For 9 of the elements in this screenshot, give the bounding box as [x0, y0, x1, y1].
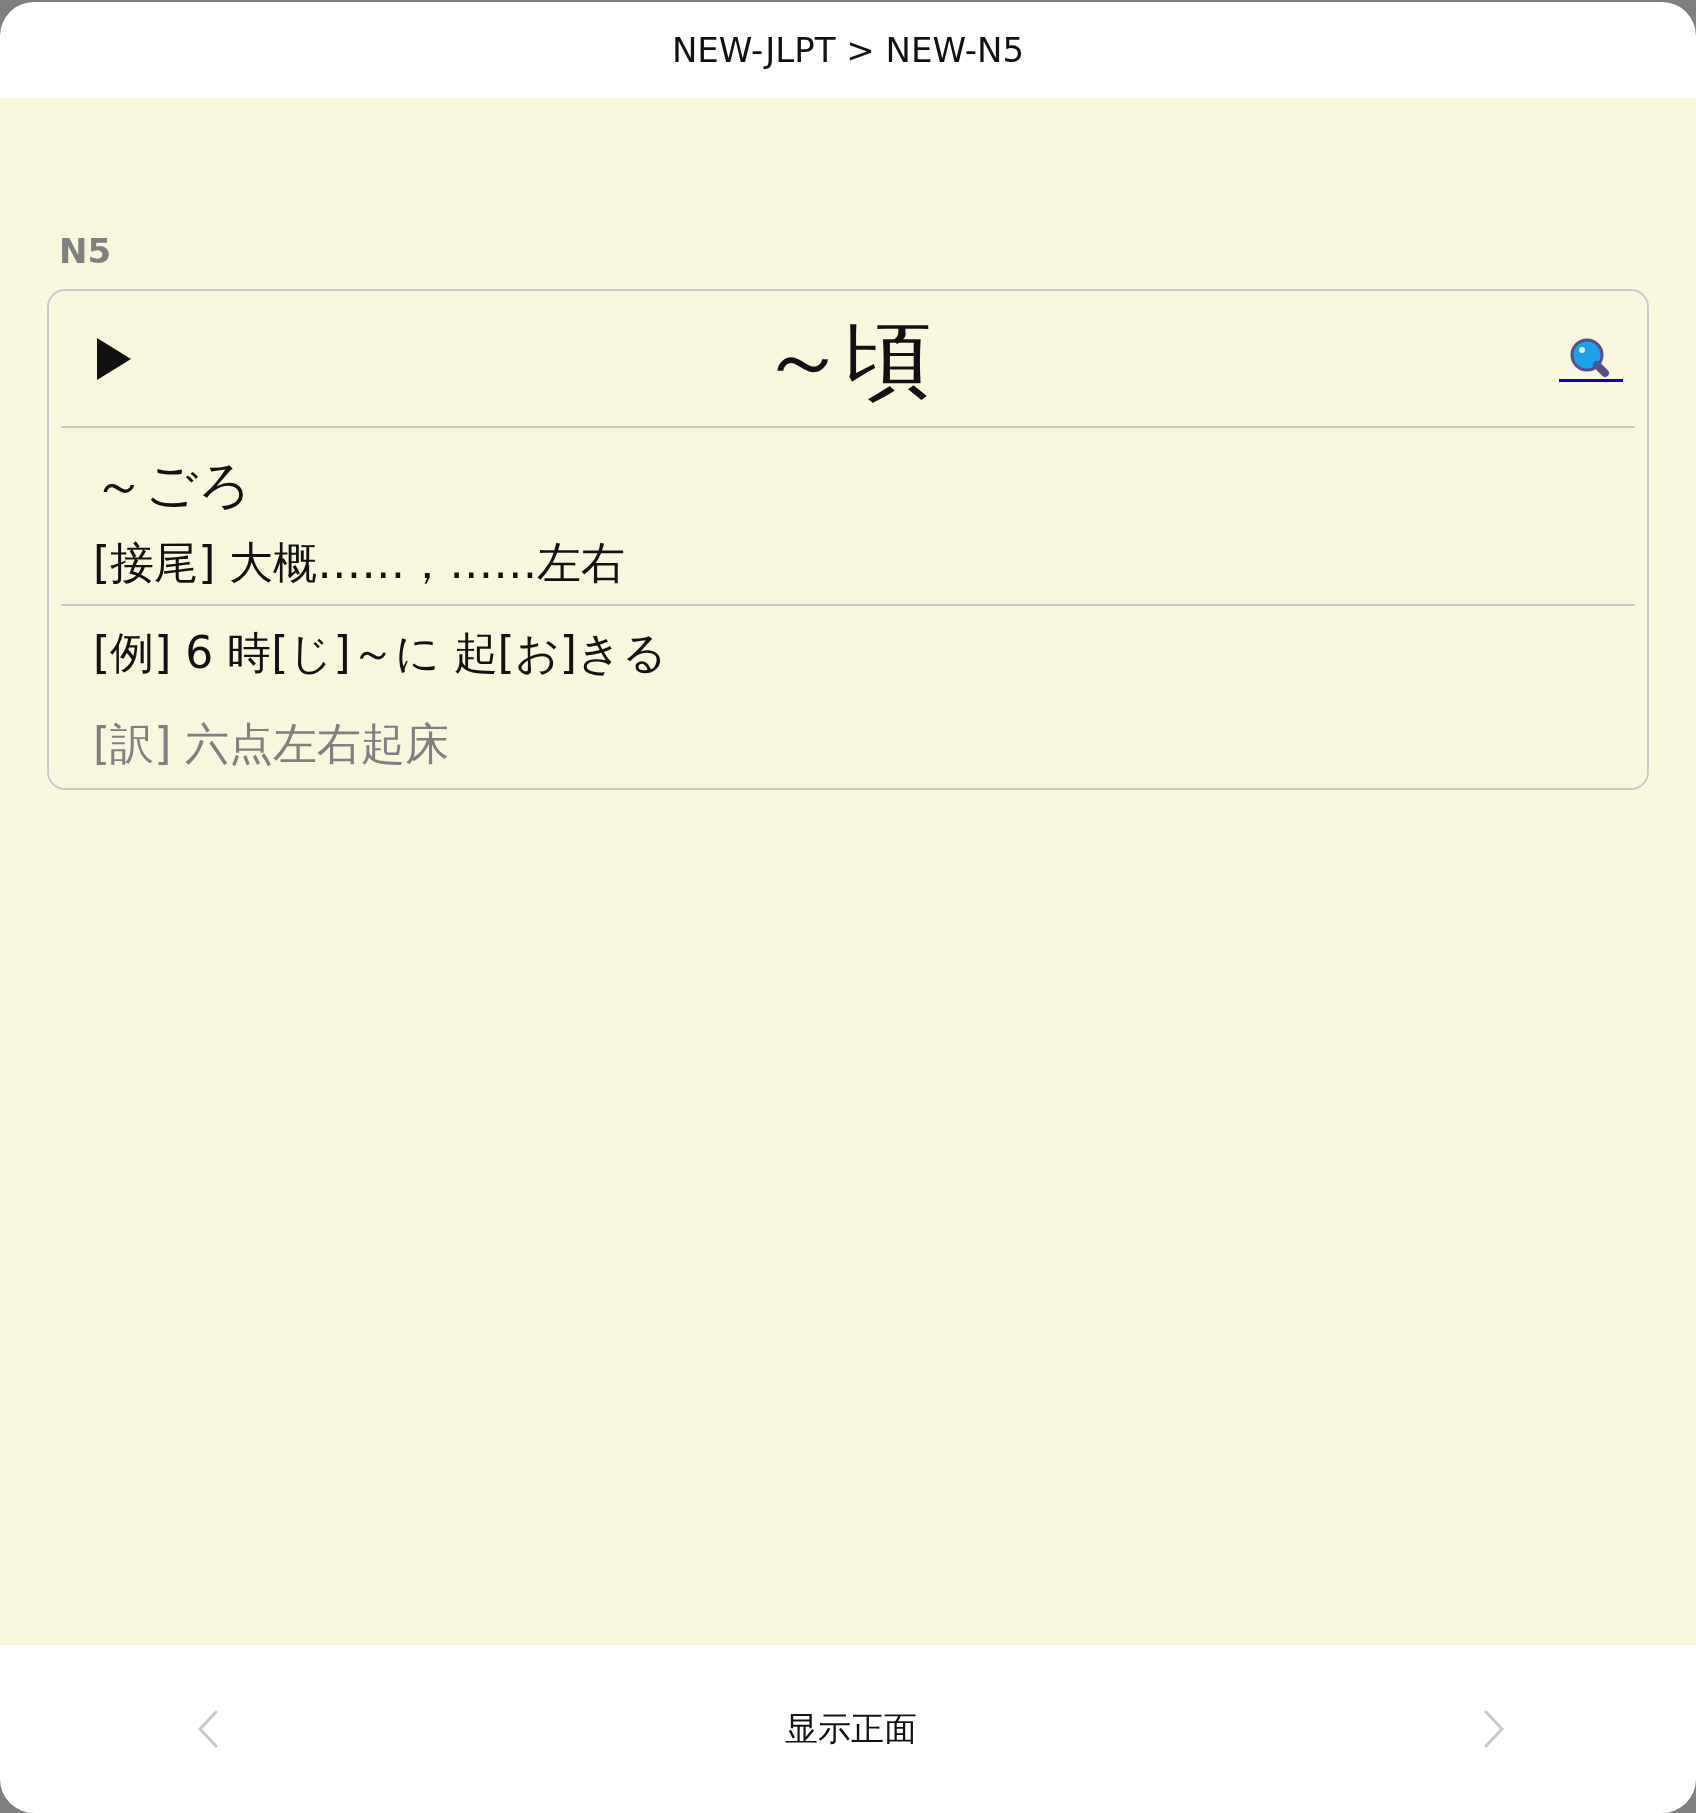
meaning-text: [接尾] 大概……，……左右 — [93, 536, 627, 591]
show-front-button[interactable]: 显示正面 — [779, 1703, 923, 1755]
level-label: N5 — [59, 230, 112, 273]
translation-text: [訳] 六点左右起床 — [92, 716, 451, 771]
headword: ～頃 — [760, 315, 932, 402]
play-button[interactable] — [95, 335, 133, 382]
example-sentence: [例] 6 時[じ]～に 起[お]きる — [93, 625, 668, 680]
reading-text: ～ごろ — [93, 454, 252, 517]
breadcrumb-title: NEW-JLPT > NEW-N5 — [671, 28, 1025, 72]
